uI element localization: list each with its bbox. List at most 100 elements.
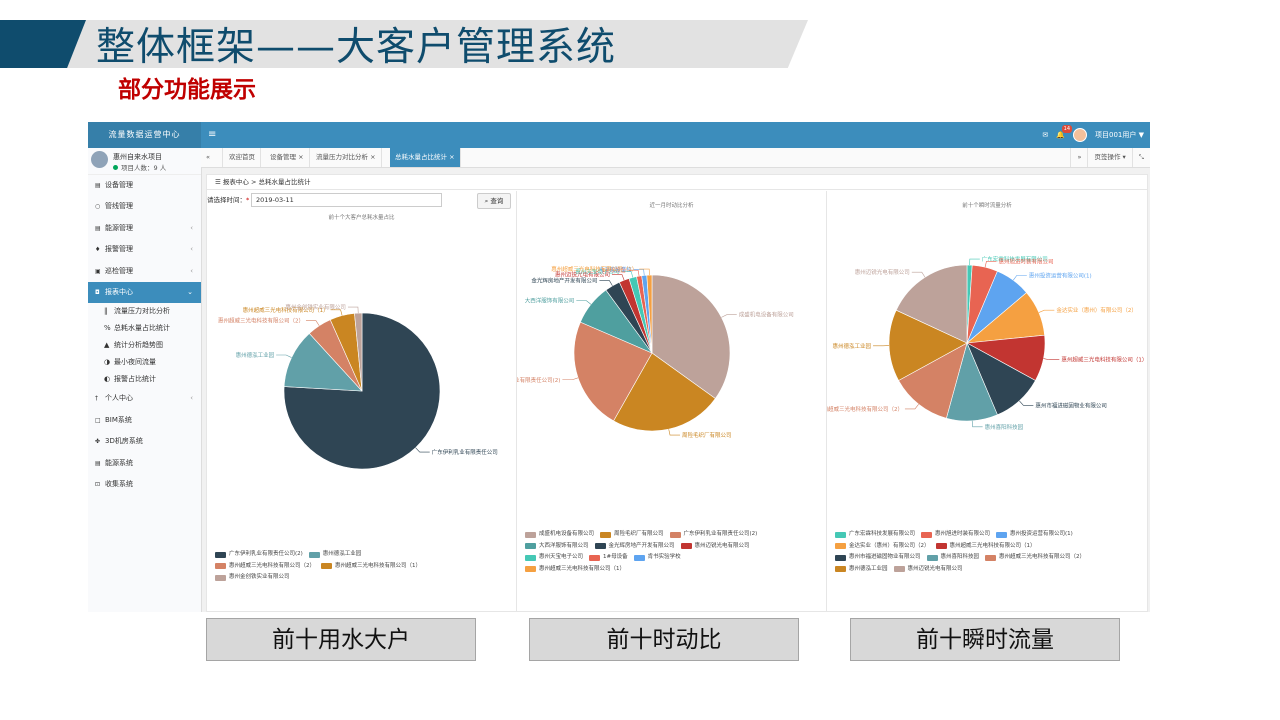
submenu-item-icon: % [104, 324, 111, 333]
legend-row: 大西洋服饰有限公司 金光辉房地产开发有限公司 惠州迈锐光电有限公司 [525, 541, 757, 553]
sidebar-item-main-5[interactable]: ◘ 报表中心 ⌄ [88, 281, 201, 304]
legend-item[interactable]: 广东伊利乳业有限责任公司(2) [669, 529, 757, 541]
required-star: * [246, 196, 250, 204]
legend-item[interactable]: 惠州迈锐光电有限公司 [893, 564, 963, 576]
legend-item[interactable]: 惠州天宝电子公司 [525, 552, 583, 564]
legend-label: 成盛机电设备有限公司 [539, 531, 595, 537]
legend-swatch [633, 554, 645, 561]
legend-item[interactable]: 惠州超威三光电科技有限公司（2） [215, 561, 315, 573]
submenu-item-label: 统计分析趋势图 [114, 341, 163, 350]
pie-label-9: 惠州超威三光电科技有限公司（1） [551, 265, 637, 273]
sidebar-item-label: BIM系统 [105, 415, 132, 424]
legend-item[interactable]: 惠州德泓工业园 [308, 549, 361, 561]
legend-label: 惠州迈锐光电有限公司 [907, 565, 963, 572]
legend-item[interactable]: 惠州超威三光电科技有限公司（1） [935, 541, 1036, 553]
legend-item[interactable]: 惠州迈锐光电有限公司 [680, 541, 750, 553]
legend-item[interactable]: 惠州投资运营有限公司(1) [996, 529, 1073, 541]
chevron-icon: ‹ [190, 266, 193, 275]
panel-top-consumers: 请选择时间：* 2019-03-11 ⌕ 查询 前十个大客户总耗水量占比 广东伊… [207, 191, 517, 611]
query-button[interactable]: ⌕ 查询 [477, 193, 511, 209]
tab-2[interactable]: 流量压力对比分析 × [311, 148, 382, 167]
tab-action-1[interactable]: 页签操作 ▾ [1087, 148, 1131, 167]
legend-item[interactable]: 惠州旭进时装有限公司 [921, 529, 990, 541]
pie-label-line-1 [668, 429, 681, 436]
submenu-item-3[interactable]: ◑ 最小夜间流量 [88, 354, 201, 371]
submenu-item-0[interactable]: ‖ 流量压力对比分析 [88, 303, 201, 320]
menu-item-icon: □ [95, 416, 101, 424]
pie-chart-time-ratio: 成盛机电设备有限公司周险毛织厂有限公司 广东伊利乳业有限责任公司(2) 大西洋服饰有… [517, 265, 794, 439]
pie-label-1: 惠州德泓工业园 [236, 351, 275, 359]
bell-icon[interactable]: 🔔 14 [1056, 125, 1073, 139]
legend-item[interactable]: 惠州喜阳科技园 [926, 552, 980, 564]
sidebar-item-main-1[interactable]: ○ 管线管理 [88, 196, 201, 217]
pie-label-4: 惠州金创铁实业有限公司 [285, 303, 346, 311]
legend-item[interactable]: 惠州金创铁实业有限公司 [215, 572, 290, 584]
legend-item[interactable]: 金达实业（惠州）有限公司（2） [835, 541, 930, 553]
legend-top-consumers: 广东伊利乳业有限责任公司(2) 惠州德泓工业园 惠州超威三光电科技有限公司（2） 惠州… [215, 549, 421, 584]
legend-label: 惠州喜阳科技园 [940, 554, 980, 560]
menu-item-icon: ▤ [95, 224, 101, 232]
submenu-item-1[interactable]: % 总耗水量占比统计 [88, 320, 201, 337]
legend-label: 惠州超威三光电科技有限公司（2） [229, 562, 316, 569]
sidebar: 惠州自来水项目 项目人数：9 人 ▤ 设备管理 ○ 管线管理 ▤ 能源管理 ‹ ♦ 报警管理 ‹ ▣… [88, 148, 202, 612]
legend-item[interactable]: 惠州超威三光电科技有限公司（1） [321, 561, 421, 573]
legend-item[interactable]: 肯书实验学校 [633, 552, 681, 564]
sidebar-item-label: 3D机房系统 [105, 437, 143, 446]
date-input[interactable]: 2019-03-11 [251, 193, 442, 207]
menu-item-icon: ▤ [95, 459, 101, 467]
legend-label: 惠州迈锐光电有限公司 [694, 542, 750, 549]
legend-row: 惠州金创铁实业有限公司 [215, 572, 421, 584]
sidebar-item-main-4[interactable]: ▣ 巡检管理 ‹ [88, 261, 201, 282]
sidebar-item-sys-0[interactable]: † 个人中心 ‹ [88, 388, 201, 409]
submenu-item-label: 流量压力对比分析 [114, 307, 170, 316]
legend-swatch [321, 563, 333, 570]
legend-item[interactable]: 广东伊利乳业有限责任公司(2) [215, 549, 303, 561]
sidebar-item-label: 收集系统 [105, 479, 133, 488]
pie-label-line-4 [1043, 358, 1060, 361]
tab-1[interactable]: 设备管理 × [265, 148, 310, 167]
sidebar-item-sys-1[interactable]: □ BIM系统 [88, 410, 201, 431]
app-logo[interactable]: 流量数据运营中心 [88, 122, 201, 148]
tabs-scroll-left-icon[interactable]: « [201, 148, 223, 167]
pie-label-3: 大西洋服饰有限公司 [525, 297, 575, 305]
legend-item[interactable]: 惠州市福进磁固物业有限公司 [835, 552, 921, 564]
sidebar-item-sys-2[interactable]: ✤ 3D机房系统 [88, 431, 201, 452]
avatar[interactable] [1073, 128, 1088, 142]
submenu-item-4[interactable]: ◐ 报警占比统计 [88, 371, 201, 388]
tab-action-0[interactable]: » [1070, 148, 1087, 167]
sidebar-item-sys-4[interactable]: ⊡ 收集系统 [88, 474, 201, 495]
sidebar-item-main-3[interactable]: ♦ 报警管理 ‹ [88, 239, 201, 260]
legend-item[interactable]: 周险毛织厂有限公司 [600, 529, 664, 541]
legend-item[interactable]: 1#母设备 [589, 552, 628, 564]
legend-swatch [985, 554, 997, 561]
chevron-icon: ‹ [190, 394, 193, 403]
pie-label-line-6 [971, 420, 983, 428]
sidebar-toggle-icon[interactable]: ≡ [208, 129, 216, 140]
legend-label: 大西洋服饰有限公司 [539, 542, 589, 549]
submenu-item-2[interactable]: ▲ 统计分析趋势图 [88, 337, 201, 354]
pie-label-line-1 [276, 354, 292, 358]
legend-item[interactable]: 广东宏霖科技发展有限公司 [835, 529, 915, 541]
user-menu[interactable]: 项目001用户 ▼ [1095, 130, 1144, 140]
legend-item[interactable]: 成盛机电设备有限公司 [525, 529, 594, 541]
sidebar-item-main-0[interactable]: ▤ 设备管理 [88, 175, 201, 196]
sidebar-item-main-2[interactable]: ▤ 能源管理 ‹ [88, 218, 201, 239]
legend-swatch [589, 554, 601, 561]
legend-item[interactable]: 金光辉房地产开发有限公司 [594, 541, 675, 553]
tab-0[interactable]: 欢迎首页 [224, 148, 261, 167]
legend-label: 惠州超威三光电科技有限公司（2） [999, 554, 1086, 560]
legend-label: 金光辉房地产开发有限公司 [608, 542, 675, 549]
user-name: 惠州自来水项目 [113, 153, 162, 161]
tab-3[interactable]: 总耗水量占比统计 × [390, 148, 461, 167]
notification-badge: 14 [1061, 125, 1073, 133]
user-avatar [91, 151, 108, 168]
mail-icon[interactable]: ✉ [1042, 131, 1048, 139]
tab-action-2[interactable]: ⤡ [1131, 148, 1150, 167]
sidebar-item-sys-3[interactable]: ▤ 能源系统 [88, 453, 201, 474]
legend-item[interactable]: 惠州超威三光电科技有限公司（2） [985, 552, 1085, 564]
submenu-item-label: 报警占比统计 [114, 375, 156, 384]
legend-item[interactable]: 惠州超威三光电科技有限公司（1） [525, 564, 625, 576]
legend-item[interactable]: 惠州德泓工业园 [835, 564, 888, 576]
pie-label-line-3 [576, 300, 592, 305]
legend-item[interactable]: 大西洋服饰有限公司 [525, 541, 589, 553]
